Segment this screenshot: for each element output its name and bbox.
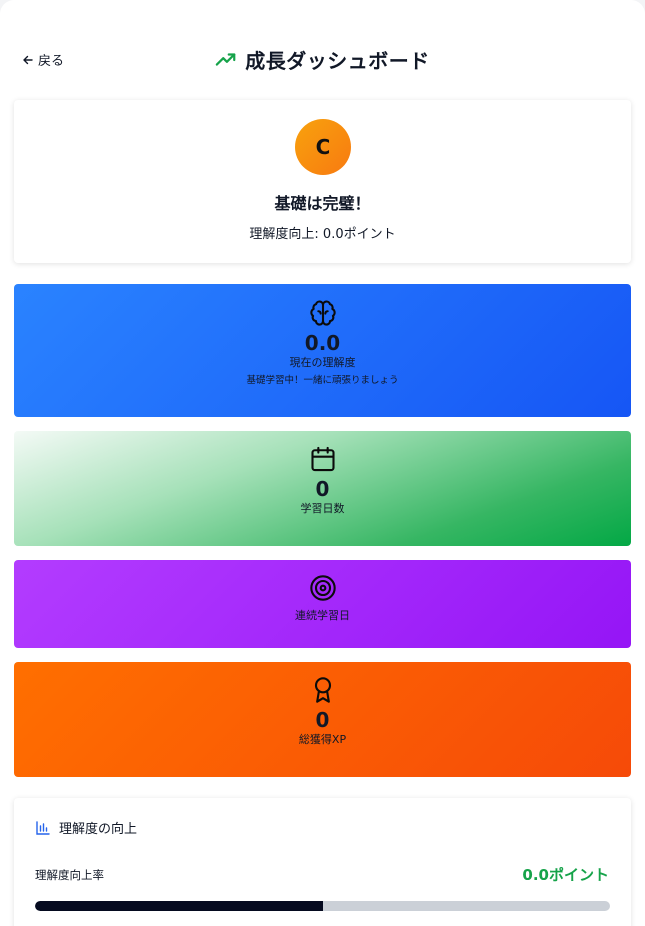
understanding-label: 現在の理解度 <box>289 356 356 369</box>
improvement-progress-fill <box>35 901 323 911</box>
growth-dashboard-page: 戻る 成長ダッシュボード C 基礎は完璧！ 理解度向上: 0.0ポイント 0.0… <box>0 0 645 926</box>
page-title-group: 成長ダッシュボード <box>0 45 645 74</box>
brain-icon <box>309 300 336 326</box>
trending-up-icon <box>215 52 236 66</box>
study-days-label: 学習日数 <box>300 502 345 515</box>
study-days-value: 0 <box>315 477 330 501</box>
bar-chart-icon <box>36 820 50 835</box>
streak-label: 連続学習日 <box>295 609 350 622</box>
improvement-rate-value: 0.0ポイント <box>522 866 609 884</box>
grade-badge: C <box>295 119 351 175</box>
calendar-icon <box>310 446 335 472</box>
study-days-stat-card: 0 学習日数 <box>14 431 631 546</box>
target-icon <box>309 575 336 601</box>
improvement-header: 理解度の向上 <box>35 818 137 837</box>
page-title: 成長ダッシュボード <box>245 49 430 73</box>
grade-heading: 基礎は完璧！ <box>274 194 371 213</box>
total-xp-value: 0 <box>315 708 330 732</box>
award-icon <box>314 677 331 703</box>
improvement-title: 理解度の向上 <box>59 822 138 837</box>
header: 戻る 成長ダッシュボード <box>0 40 645 80</box>
improvement-card: 理解度の向上 理解度向上率 0.0ポイント <box>14 798 631 926</box>
grade-card: C 基礎は完璧！ 理解度向上: 0.0ポイント <box>14 100 631 263</box>
understanding-value: 0.0 <box>304 331 341 355</box>
improvement-progress-bar <box>35 901 610 911</box>
streak-stat-card: 連続学習日 <box>14 560 631 648</box>
grade-improvement-text: 理解度向上: 0.0ポイント <box>249 227 396 242</box>
improvement-rate-label: 理解度向上率 <box>35 868 104 882</box>
total-xp-label: 総獲得XP <box>298 733 347 746</box>
total-xp-stat-card: 0 総獲得XP <box>14 662 631 777</box>
understanding-stat-card: 0.0 現在の理解度 基礎学習中！一緒に頑張りましょう <box>14 284 631 417</box>
understanding-note: 基礎学習中！一緒に頑張りましょう <box>246 375 399 386</box>
